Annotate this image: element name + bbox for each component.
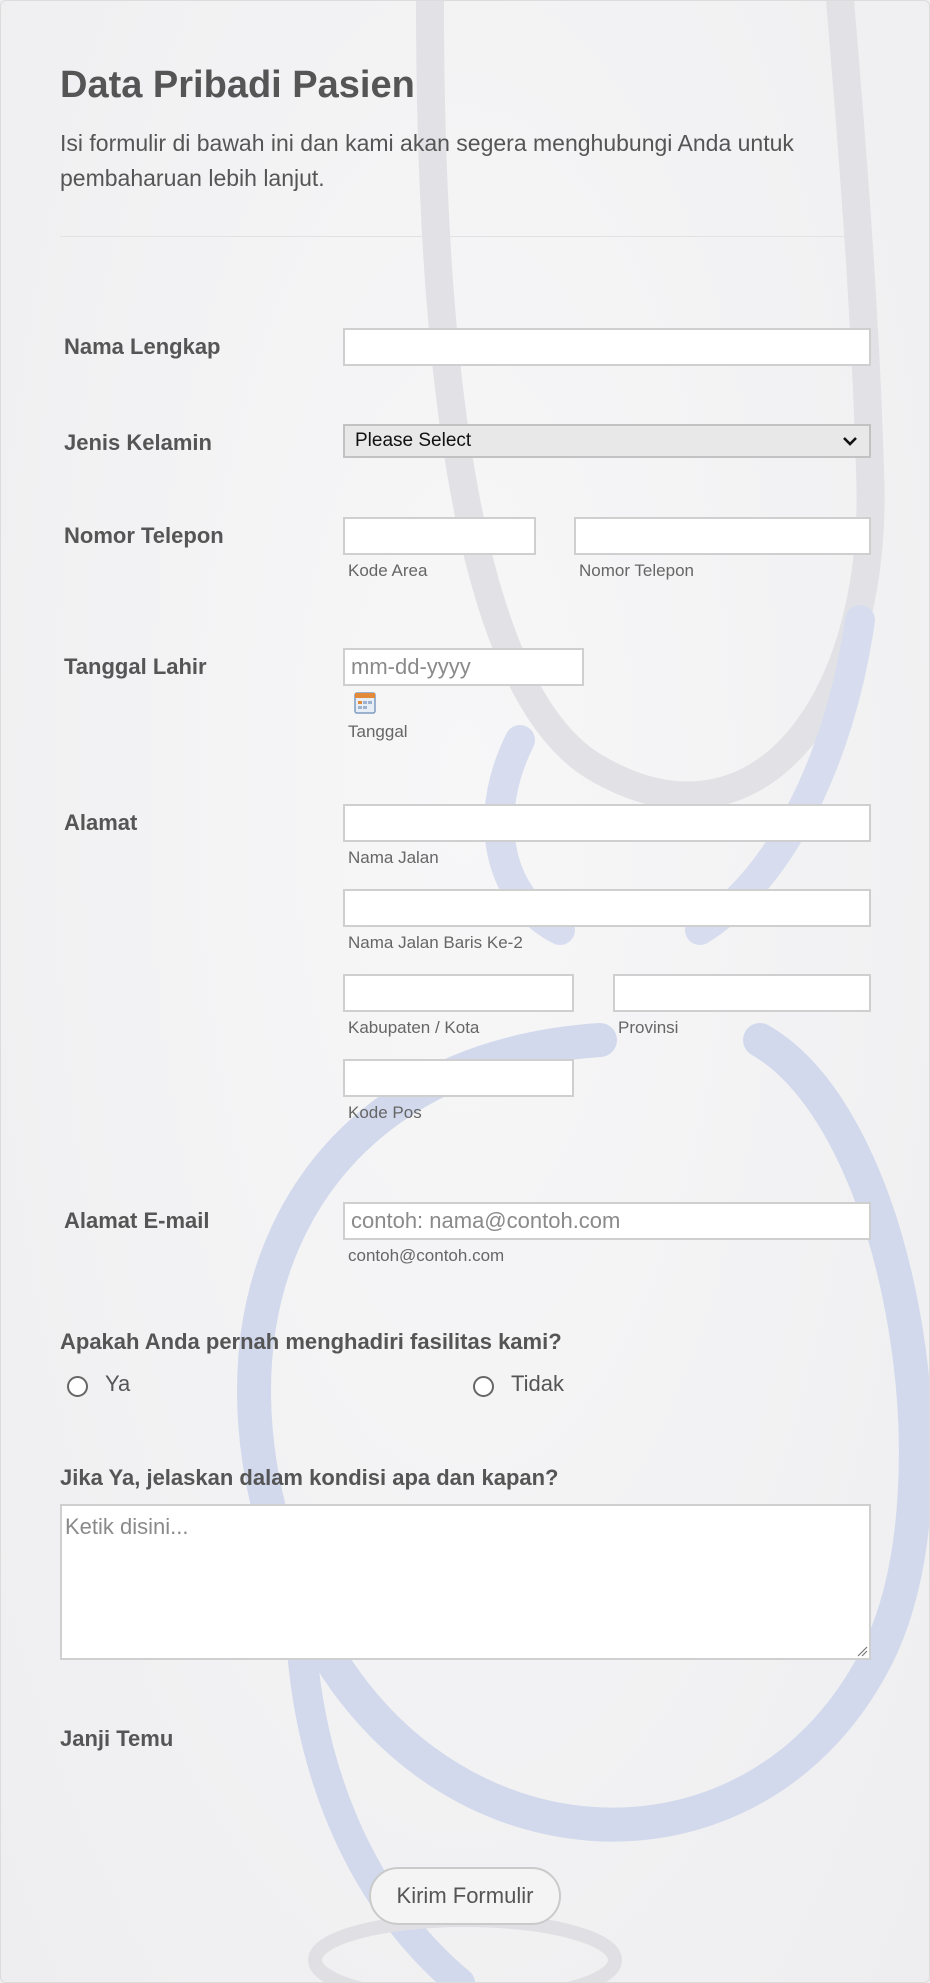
street2-input[interactable] [343, 889, 871, 927]
form-subtitle: Isi formulir di bawah ini dan kami akan … [60, 130, 794, 191]
email-input[interactable]: contoh: nama@contoh.com [343, 1202, 871, 1240]
phone-label: Nomor Telepon [64, 523, 224, 548]
postal-code-input[interactable] [343, 1059, 574, 1097]
appointment-label: Janji Temu [60, 1726, 174, 1751]
postal-code-sublabel: Kode Pos [348, 1103, 422, 1122]
street-sublabel: Nama Jalan [348, 848, 439, 867]
phone-number-sublabel: Nomor Telepon [579, 561, 694, 580]
province-sublabel: Provinsi [618, 1018, 679, 1037]
radio-ya-label[interactable]: Ya [105, 1371, 130, 1397]
city-sublabel: Kabupaten / Kota [348, 1018, 480, 1037]
details-question: Jika Ya, jelaskan dalam kondisi apa dan … [60, 1465, 559, 1490]
full-name-input[interactable] [343, 328, 871, 366]
area-code-sublabel: Kode Area [348, 561, 428, 580]
details-textarea[interactable]: Ketik disini... [60, 1504, 871, 1660]
radio-tidak-label[interactable]: Tidak [511, 1371, 564, 1397]
resize-handle-icon[interactable] [856, 1645, 868, 1657]
birth-date-input[interactable]: mm-dd-yyyy [343, 648, 584, 686]
street2-sublabel: Nama Jalan Baris Ke-2 [348, 933, 523, 952]
chevron-down-icon [843, 437, 857, 446]
gender-selected-value: Please Select [355, 430, 472, 451]
gender-select[interactable]: Please Select [343, 424, 871, 458]
address-label: Alamat [64, 810, 138, 835]
phone-number-input[interactable] [574, 517, 871, 555]
birth-date-sublabel: Tanggal [348, 722, 408, 741]
details-placeholder: Ketik disini... [65, 1514, 189, 1539]
full-name-label: Nama Lengkap [64, 334, 221, 359]
header-divider [60, 236, 870, 237]
gender-label: Jenis Kelamin [64, 430, 212, 455]
street-input[interactable] [343, 804, 871, 842]
city-input[interactable] [343, 974, 574, 1012]
area-code-input[interactable] [343, 517, 536, 555]
submit-button[interactable]: Kirim Formulir [369, 1867, 561, 1925]
birth-date-label: Tanggal Lahir [64, 654, 207, 679]
calendar-icon[interactable] [354, 692, 376, 714]
form-title: Data Pribadi Pasien [60, 64, 415, 106]
visited-question: Apakah Anda pernah menghadiri fasilitas … [60, 1329, 562, 1354]
province-input[interactable] [613, 974, 871, 1012]
radio-ya[interactable] [67, 1376, 88, 1397]
radio-tidak[interactable] [473, 1376, 494, 1397]
email-sublabel: contoh@contoh.com [348, 1246, 505, 1265]
email-label: Alamat E-mail [64, 1208, 210, 1233]
